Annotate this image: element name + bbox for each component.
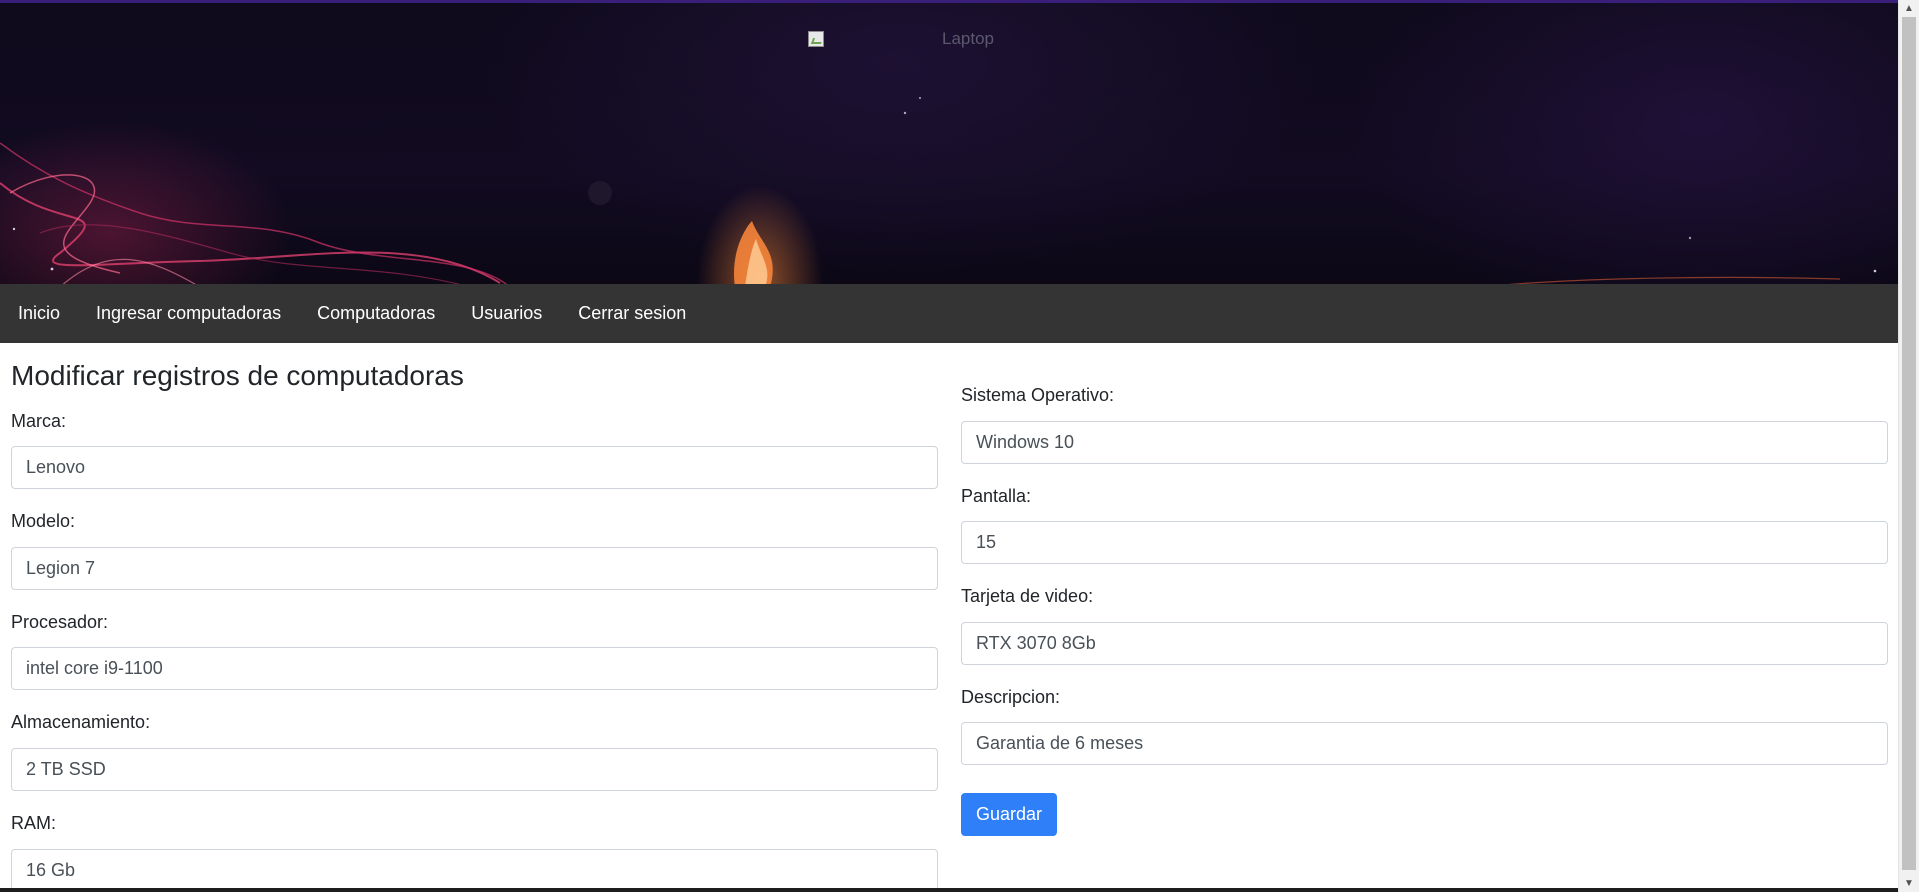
sistema-operativo-label: Sistema Operativo:: [961, 385, 1115, 405]
nav-link-cerrar-sesion[interactable]: Cerrar sesion: [566, 303, 698, 324]
procesador-label: Procesador:: [11, 611, 109, 632]
tarjeta-de-video-input[interactable]: [961, 621, 1888, 665]
field-group-almacenamiento: Almacenamiento:: [11, 712, 938, 791]
vertical-scrollbar[interactable]: ▲ ▼: [1898, 0, 1919, 892]
field-group-ram: RAM:: [11, 813, 938, 892]
scroll-down-arrow-icon[interactable]: ▼: [1899, 875, 1919, 892]
browser-viewport: Laptop Inicio Ingresar computadoras Comp…: [0, 0, 1919, 892]
tarjeta-de-video-label: Tarjeta de video:: [961, 586, 1094, 607]
main-navbar: Inicio Ingresar computadoras Computadora…: [0, 284, 1898, 343]
field-group-descripcion: Descripcion:: [961, 687, 1888, 766]
field-group-sistema-operativo: Sistema Operativo:: [961, 385, 1888, 464]
broken-image-icon: [808, 31, 824, 47]
header-banner: Laptop: [0, 0, 1898, 287]
image-alt-text: Laptop: [942, 29, 994, 48]
laptop-image-placeholder: Laptop: [808, 29, 994, 49]
form-column-left: Modificar registros de computadoras Marc…: [11, 343, 938, 892]
pantalla-label: Pantalla:: [961, 485, 1032, 506]
page-title: Modificar registros de computadoras: [11, 360, 464, 391]
modelo-label: Modelo:: [11, 511, 76, 532]
nav-link-ingresar-computadoras[interactable]: Ingresar computadoras: [84, 303, 293, 324]
field-group-marca: Marca:: [11, 411, 938, 490]
pantalla-input[interactable]: [961, 521, 1888, 565]
field-group-procesador: Procesador:: [11, 612, 938, 691]
field-group-tarjeta-de-video: Tarjeta de video:: [961, 586, 1888, 665]
page: Laptop Inicio Ingresar computadoras Comp…: [0, 0, 1898, 892]
ram-input[interactable]: [11, 848, 938, 892]
nav-link-inicio[interactable]: Inicio: [6, 303, 72, 324]
sistema-operativo-input[interactable]: [961, 420, 1888, 464]
edit-computer-form: Modificar registros de computadoras Marc…: [0, 343, 1898, 892]
field-group-pantalla: Pantalla:: [961, 486, 1888, 565]
nav-link-computadoras[interactable]: Computadoras: [305, 303, 447, 324]
procesador-input[interactable]: [11, 647, 938, 691]
form-column-right: Sistema Operativo: Pantalla: Tarjeta de …: [961, 343, 1888, 837]
nav-link-usuarios[interactable]: Usuarios: [459, 303, 554, 324]
scrollbar-thumb[interactable]: [1902, 17, 1916, 870]
ram-label: RAM:: [11, 812, 56, 833]
almacenamiento-label: Almacenamiento:: [11, 712, 151, 733]
field-group-modelo: Modelo:: [11, 511, 938, 590]
marca-label: Marca:: [11, 410, 67, 431]
marca-input[interactable]: [11, 446, 938, 490]
save-button[interactable]: Guardar: [961, 793, 1058, 837]
almacenamiento-input[interactable]: [11, 747, 938, 791]
scroll-up-arrow-icon[interactable]: ▲: [1899, 0, 1919, 17]
modelo-input[interactable]: [11, 546, 938, 590]
descripcion-input[interactable]: [961, 722, 1888, 766]
descripcion-label: Descripcion:: [961, 686, 1061, 707]
window-bottom-edge: [0, 888, 1898, 892]
